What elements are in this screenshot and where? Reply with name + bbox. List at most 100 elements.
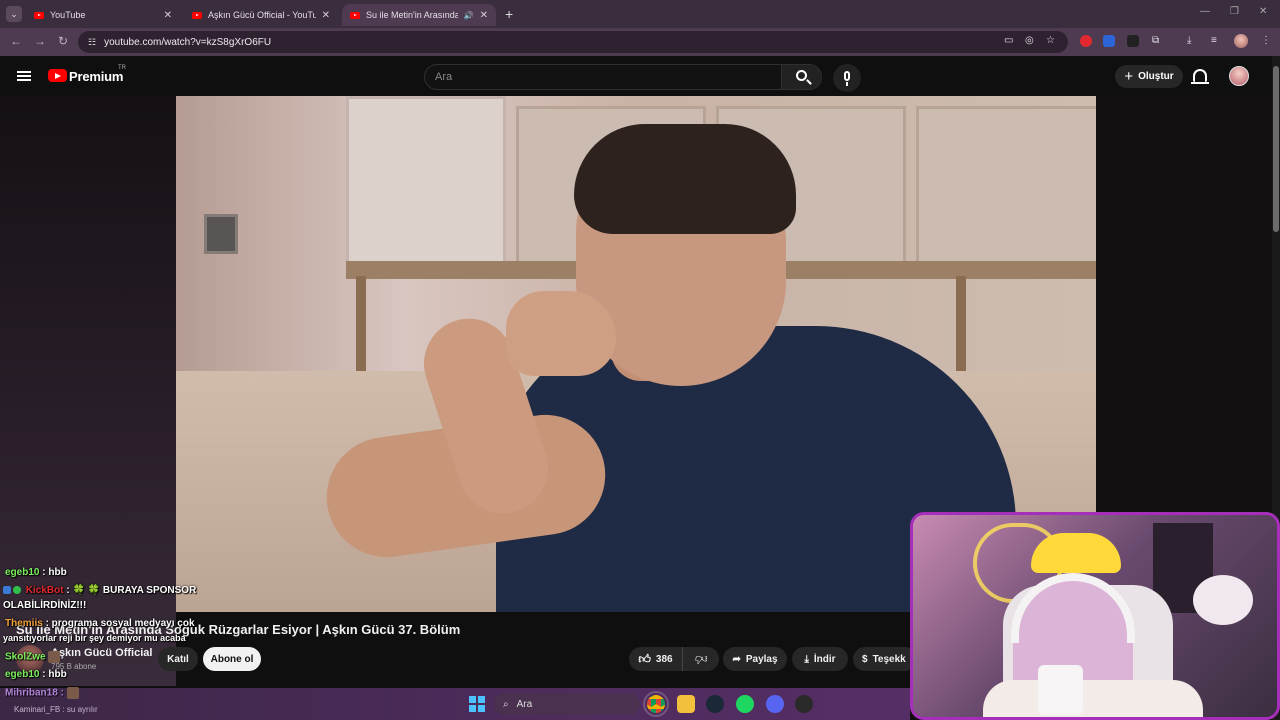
- chat-emote-icon: [66, 687, 79, 699]
- restore-icon[interactable]: ❐: [1230, 6, 1239, 17]
- scrollbar-thumb[interactable]: [1273, 66, 1279, 232]
- share-icon: ➦: [732, 653, 741, 665]
- browser-toolbar: ← → ↻ ☷ youtube.com/watch?v=kzS8gXrO6FU …: [0, 28, 1280, 56]
- mod-badge-icon: [3, 586, 11, 595]
- video-scene-panel: [916, 106, 1096, 276]
- extension-red-icon[interactable]: [1080, 35, 1092, 47]
- browser-profile-avatar[interactable]: [1234, 34, 1248, 48]
- streamer-webcam: [910, 512, 1280, 720]
- chat-username: egeb10: [5, 567, 40, 578]
- taskbar-search[interactable]: ⌕ Ara: [494, 693, 640, 715]
- chat-message: SkolZwe: [5, 651, 61, 663]
- bookmark-star-icon[interactable]: ☆: [1046, 35, 1055, 46]
- discord-icon[interactable]: [766, 695, 784, 713]
- browser-menu-icon[interactable]: ⋮: [1261, 35, 1271, 46]
- tab-askin-gucu-channel[interactable]: Aşkın Gücü Official - YouTube ✕: [184, 4, 338, 26]
- account-avatar[interactable]: [1229, 66, 1249, 86]
- chat-message: KickBot : 🍀 🍀 BURAYA SPONSOR: [3, 585, 196, 596]
- subscribe-button[interactable]: Abone ol: [203, 647, 261, 671]
- search-button[interactable]: [781, 65, 821, 89]
- share-button[interactable]: ➦ Paylaş: [723, 647, 787, 671]
- thanks-button[interactable]: $ Teşekk: [853, 647, 917, 671]
- chat-text: : hbb: [42, 567, 67, 578]
- spotify-icon[interactable]: [736, 695, 754, 713]
- extensions-puzzle-icon[interactable]: ⧉: [1152, 35, 1159, 46]
- search-input[interactable]: [425, 65, 782, 89]
- bell-icon[interactable]: [1191, 69, 1209, 84]
- youtube-premium-logo[interactable]: Premium: [69, 69, 123, 84]
- download-icon[interactable]: ⤓: [1187, 35, 1191, 46]
- chat-message-continued: OLABİLİRDİNİZ!!!: [3, 600, 87, 611]
- webcam-mug: [1038, 665, 1083, 715]
- tab-search-menu-icon[interactable]: ⌄: [6, 6, 22, 22]
- chat-username: SkolZwe: [5, 651, 46, 663]
- chat-message: egeb10 : hbb: [5, 669, 67, 680]
- region-code: TR: [118, 65, 126, 71]
- video-scene-table-leg: [956, 276, 966, 386]
- chat-text: : 🍀 🍀 BURAYA SPONSOR: [66, 585, 197, 596]
- video-scene-socket: [204, 214, 238, 254]
- chat-message: Mihriban18 :: [5, 687, 79, 699]
- dislike-button[interactable]: 👍︎: [683, 647, 719, 671]
- chat-username: Mihriban18: [5, 687, 58, 699]
- extension-translate-icon[interactable]: [1103, 35, 1115, 47]
- address-bar[interactable]: ☷ youtube.com/watch?v=kzS8gXrO6FU: [78, 31, 1068, 53]
- plus-icon: +: [1124, 67, 1134, 85]
- chat-message-continued: yansıtıyorlar reji bir şey demiyor mu ac…: [3, 633, 186, 643]
- chrome-icon[interactable]: [643, 691, 669, 717]
- youtube-icon: [192, 11, 202, 19]
- search-box: [424, 64, 822, 90]
- page-background-left: [0, 96, 176, 686]
- like-dislike-group: 👍︎ 386 👍︎: [629, 647, 719, 671]
- window-close-icon[interactable]: ✕: [1259, 6, 1267, 17]
- create-button[interactable]: + Oluştur: [1115, 65, 1183, 88]
- eye-off-icon[interactable]: ◎: [1025, 35, 1034, 46]
- join-button[interactable]: Katıl: [158, 647, 198, 671]
- start-tile: [478, 705, 485, 712]
- site-info-icon[interactable]: ☷: [88, 37, 96, 48]
- webcam-plush-toy: [1193, 575, 1253, 625]
- mic-stand: [846, 82, 848, 86]
- taskbar-search-label: Ara: [516, 698, 533, 710]
- tab-label: Aşkın Gücü Official - YouTube: [208, 10, 316, 20]
- video-scene-hand: [506, 291, 616, 376]
- back-icon[interactable]: ←: [10, 34, 22, 48]
- close-icon[interactable]: ✕: [480, 10, 488, 21]
- stream-event-line: Kaminari_FB : su ayrılır: [14, 705, 98, 714]
- reading-list-icon[interactable]: ≡: [1211, 35, 1217, 46]
- reload-icon[interactable]: ↻: [58, 34, 68, 48]
- file-explorer-icon[interactable]: [677, 695, 695, 713]
- youtube-masthead: Premium TR: [0, 56, 1272, 96]
- search-icon: [796, 70, 807, 81]
- voice-search-button[interactable]: [833, 64, 861, 92]
- steam-icon[interactable]: [706, 695, 724, 713]
- tab-current-video[interactable]: Su ile Metin'in Arasında Soğuk 🔊 ✕: [342, 4, 496, 26]
- windows-start-icon[interactable]: [469, 696, 485, 712]
- youtube-icon: [350, 11, 360, 19]
- youtube-logo-icon[interactable]: [48, 69, 67, 82]
- like-button[interactable]: 👍︎ 386: [629, 647, 683, 671]
- share-label: Paylaş: [745, 653, 778, 665]
- obs-icon[interactable]: [795, 695, 813, 713]
- tab-label: Su ile Metin'in Arasında Soğuk: [366, 10, 458, 20]
- minimize-icon[interactable]: —: [1200, 6, 1210, 17]
- video-scene-hair: [574, 124, 796, 234]
- stream-event-text: : su ayrılır: [62, 705, 98, 714]
- new-tab-button[interactable]: +: [505, 6, 513, 22]
- close-icon[interactable]: ✕: [322, 10, 330, 21]
- tab-youtube[interactable]: YouTube ✕: [26, 4, 180, 26]
- cast-icon[interactable]: ▭: [1004, 35, 1013, 46]
- start-tile: [469, 696, 476, 703]
- forward-icon[interactable]: →: [34, 34, 46, 48]
- extension-dark-icon[interactable]: [1127, 35, 1139, 47]
- close-icon[interactable]: ✕: [164, 10, 172, 21]
- page-background-right: [1096, 96, 1272, 516]
- channel-name[interactable]: Aşkın Gücü Official: [51, 647, 152, 659]
- webcam-sweater: [983, 680, 1203, 717]
- speaker-icon[interactable]: 🔊: [464, 11, 474, 20]
- chat-text: : hbb: [42, 669, 67, 680]
- download-button[interactable]: ⤓ İndir: [792, 647, 848, 671]
- search-icon: ⌕: [503, 698, 509, 710]
- hamburger-menu-icon[interactable]: [17, 71, 31, 81]
- chat-username: KickBot: [25, 585, 64, 596]
